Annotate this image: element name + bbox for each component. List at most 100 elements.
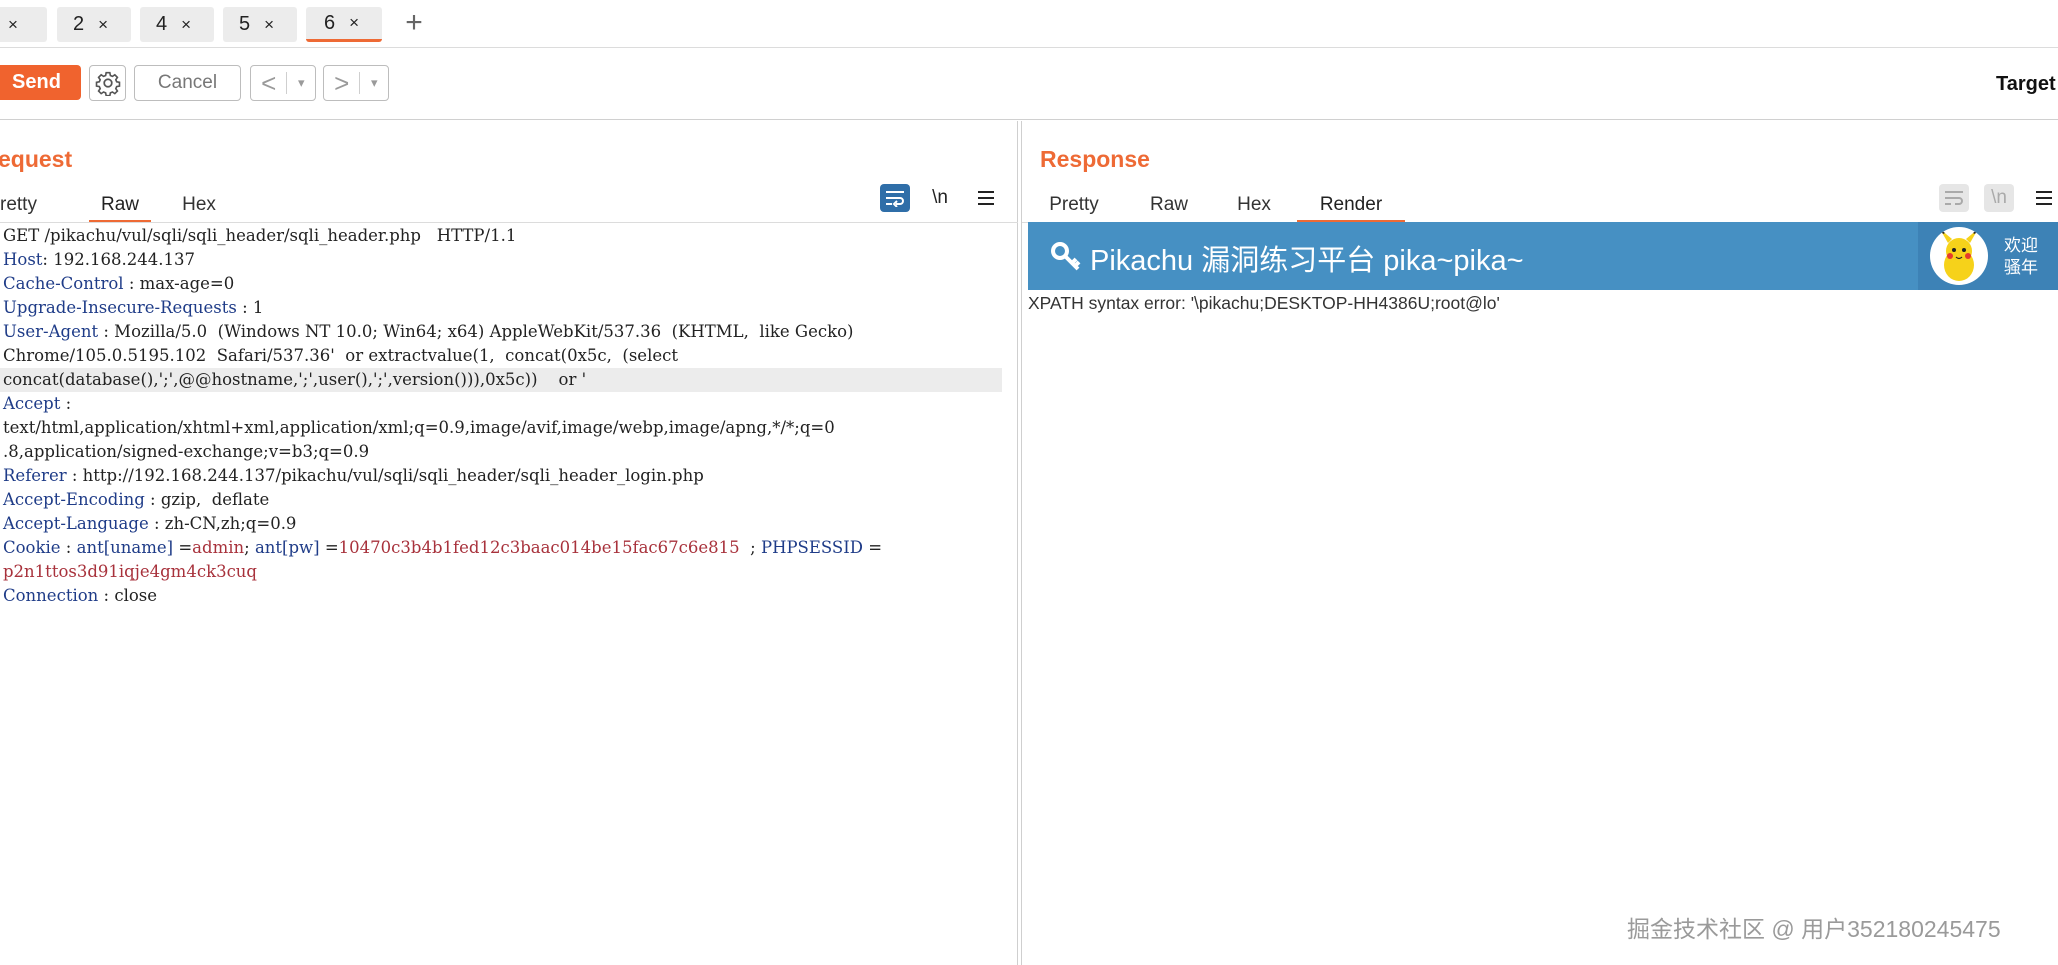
add-tab-button[interactable]: + [399, 8, 429, 40]
header-key: Accept-Language [3, 514, 149, 533]
watermark: 掘金技术社区 @ 用户352180245475 [1627, 916, 2001, 942]
cookie-continuation: p2n1ttos3d91iqje4gm4ck3cuq [0, 560, 1002, 584]
request-view-tabs: retty Raw Hex [0, 187, 227, 223]
header-sep: : [123, 274, 140, 293]
header-sep: : [42, 250, 54, 269]
gear-icon [95, 71, 120, 96]
header-key: Connection [3, 586, 99, 605]
header-value: gzip, deflate [160, 490, 270, 509]
response-pane: Response Pretty Raw Hex Render \n Pikach… [1021, 121, 2058, 965]
rendered-user-area: 欢迎骚年 [1918, 222, 2058, 290]
close-icon[interactable]: × [98, 15, 108, 35]
target-label[interactable]: Target [1996, 73, 2056, 96]
word-wrap-button[interactable] [880, 184, 910, 212]
wrap-icon [1945, 191, 1963, 205]
cookie-name: ant[pw] [254, 538, 320, 557]
cookie-value: admin [192, 538, 245, 557]
header-value: concat(database(),';',@@hostname,';',use… [3, 370, 587, 389]
header-sep: : [144, 490, 161, 509]
tab-label: 2 [73, 13, 85, 35]
tab-render[interactable]: Render [1297, 187, 1405, 223]
cancel-button[interactable]: Cancel [134, 65, 241, 101]
pikachu-icon [1940, 229, 1978, 281]
header-sep: : [60, 538, 77, 557]
close-icon[interactable]: × [349, 13, 359, 33]
forward-button[interactable]: > ▾ [323, 65, 389, 101]
header-line: Accept : [0, 392, 1002, 416]
avatar [1930, 227, 1988, 285]
header-key: Upgrade-Insecure-Requests [3, 298, 237, 317]
tab-1[interactable]: × [0, 7, 47, 42]
render-view [1028, 223, 2058, 965]
cookie-sep: ; [739, 538, 761, 557]
header-sep: : [66, 466, 83, 485]
hamburger-icon [2036, 191, 2052, 205]
hamburger-icon [978, 191, 994, 205]
header-key: Accept-Encoding [3, 490, 145, 509]
tab-raw[interactable]: Raw [1147, 187, 1191, 223]
settings-button[interactable] [89, 65, 126, 101]
send-button[interactable]: Send [0, 65, 81, 100]
request-line-text: GET /pikachu/vul/sqli/sqli_header/sqli_h… [3, 226, 517, 245]
tab-hex[interactable]: Hex [1232, 187, 1276, 223]
header-line: Accept-Language : zh-CN,zh;q=0.9 [0, 512, 1002, 536]
cookie-value: 10470c3b4b1fed12c3baac014be15fac67c6e815 [338, 538, 740, 557]
header-value: text/html,application/xhtml+xml,applicat… [3, 418, 835, 437]
tab-hex[interactable]: Hex [171, 187, 227, 223]
key-icon [1051, 242, 1081, 271]
divider [0, 222, 1018, 223]
header-sep: : [148, 514, 165, 533]
cookie-line: Cookie : ant[uname] =admin; ant[pw] =104… [0, 536, 1002, 560]
tab-pretty[interactable]: retty [0, 187, 89, 223]
header-sep: : [98, 322, 115, 341]
rendered-page-title: Pikachu 漏洞练习平台 pika~pika~ [1090, 245, 1524, 277]
response-title: Response [1040, 146, 1150, 172]
tab-pretty[interactable]: Pretty [1046, 187, 1102, 223]
header-continuation-highlighted: concat(database(),';',@@hostname,';',use… [0, 368, 1002, 392]
show-newlines-button[interactable]: \n [1984, 184, 2014, 212]
error-message: XPATH syntax error: '\pikachu;DESKTOP-HH… [1028, 293, 1500, 313]
tab-4[interactable]: 4 × [140, 7, 214, 42]
header-key: Cookie [3, 538, 61, 557]
request-pane: equest retty Raw Hex \n GET /pikachu/vul… [0, 121, 1018, 965]
header-value: Chrome/105.0.5195.102 Safari/537.36' or … [3, 346, 678, 365]
cookie-eq: = [319, 538, 339, 557]
chevron-left-icon: < [261, 67, 277, 98]
tab-raw[interactable]: Raw [89, 187, 151, 223]
word-wrap-button[interactable] [1939, 184, 1969, 212]
header-line: Referer : http://192.168.244.137/pikachu… [0, 464, 1002, 488]
close-icon[interactable]: × [264, 15, 274, 35]
header-key: User-Agent [3, 322, 99, 341]
header-line: Accept-Encoding : gzip, deflate [0, 488, 1002, 512]
chevron-down-icon[interactable]: ▾ [287, 75, 315, 91]
close-icon[interactable]: × [181, 15, 191, 35]
header-sep: : [60, 394, 72, 413]
header-value: close [114, 586, 158, 605]
back-button[interactable]: < ▾ [250, 65, 316, 101]
tab-2[interactable]: 2 × [57, 7, 131, 42]
show-newlines-button[interactable]: \n [925, 184, 955, 212]
header-sep: : [98, 586, 115, 605]
menu-button[interactable] [971, 184, 1001, 212]
tab-label: 6 [324, 11, 336, 34]
header-value: zh-CN,zh;q=0.9 [164, 514, 297, 533]
close-icon[interactable]: × [8, 15, 18, 35]
cookie-sep: ; [244, 538, 255, 557]
header-key: Referer [3, 466, 67, 485]
header-value: http://192.168.244.137/pikachu/vul/sqli/… [82, 466, 704, 485]
header-continuation: .8,application/signed-exchange;v=b3;q=0.… [0, 440, 1002, 464]
header-line: User-Agent : Mozilla/5.0 (Windows NT 10.… [0, 320, 1002, 344]
cookie-eq: = [862, 538, 883, 557]
header-continuation: text/html,application/xhtml+xml,applicat… [0, 416, 1002, 440]
header-value: max-age=0 [139, 274, 235, 293]
header-value: Mozilla/5.0 (Windows NT 10.0; Win64; x64… [114, 322, 854, 341]
tab-6[interactable]: 6 × [306, 7, 382, 42]
menu-button[interactable] [2029, 184, 2058, 212]
cookie-name: ant[uname] [76, 538, 174, 557]
cookie-name: PHPSESSID [760, 538, 863, 557]
request-editor[interactable]: GET /pikachu/vul/sqli/sqli_header/sqli_h… [0, 224, 1002, 608]
chevron-right-icon: > [334, 67, 350, 98]
tab-5[interactable]: 5 × [223, 7, 297, 42]
header-value: 192.168.244.137 [53, 250, 195, 269]
chevron-down-icon[interactable]: ▾ [360, 75, 388, 91]
